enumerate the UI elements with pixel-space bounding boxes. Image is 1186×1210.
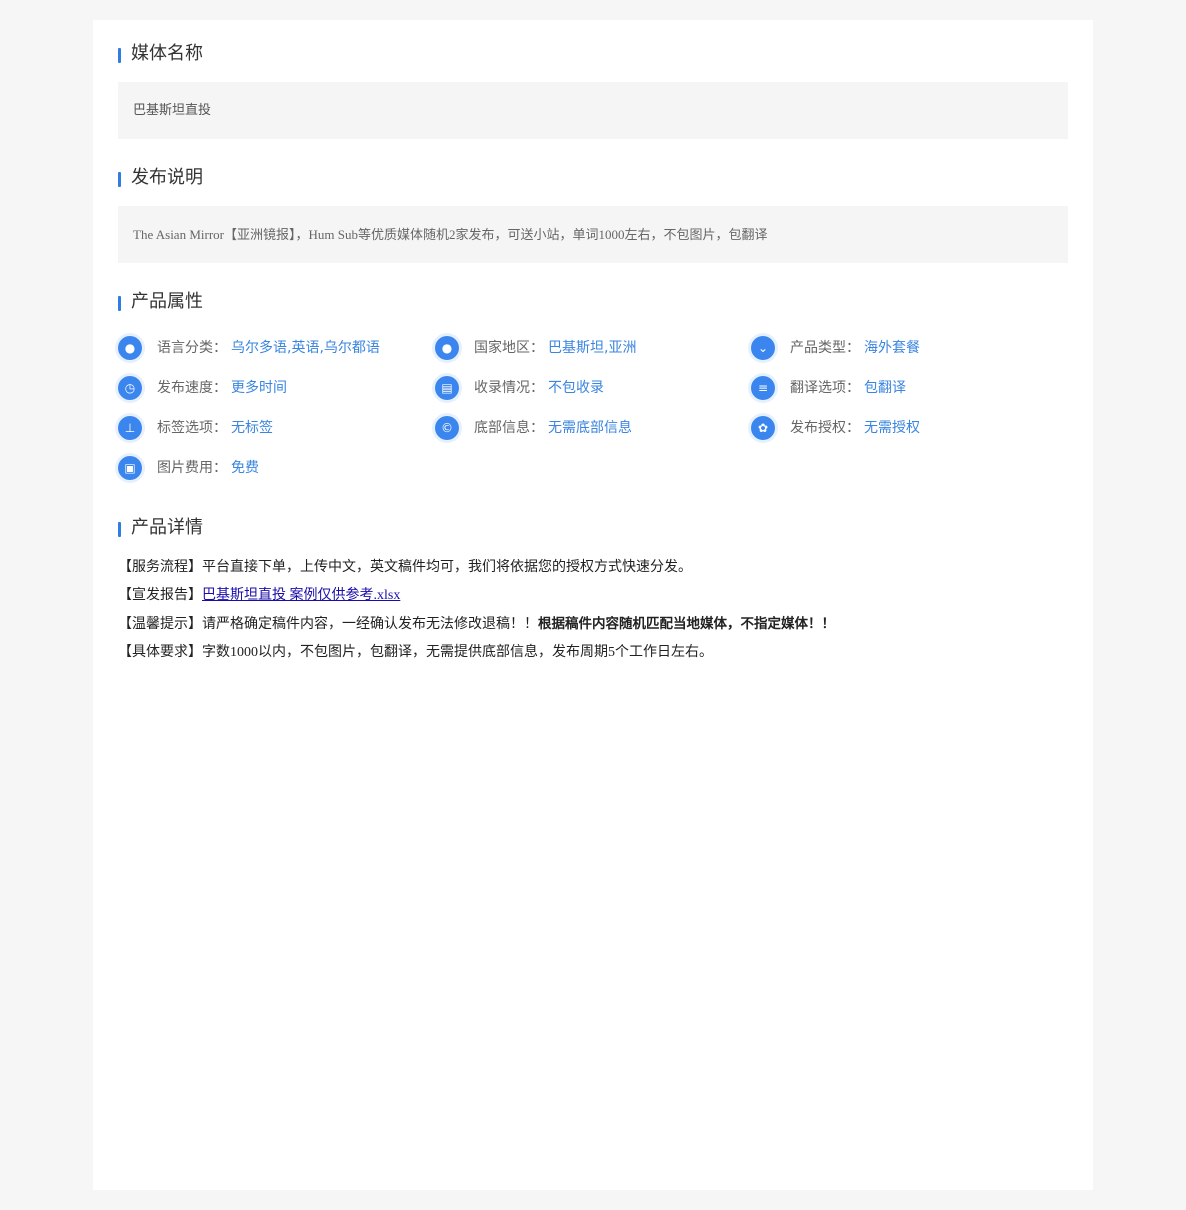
clock-icon: ◷	[118, 376, 142, 400]
attr-label: 发布授权：	[790, 420, 860, 436]
attr-label: 国家地区：	[474, 340, 544, 356]
detail-bold-warning: 根据稿件内容随机匹配当地媒体，不指定媒体！！	[538, 616, 835, 632]
detail-requirements: 【具体要求】字数1000以内，不包图片，包翻译，无需提供底部信息，发布周期5个工…	[118, 643, 1068, 663]
attributes-heading: 产品属性	[118, 290, 203, 314]
publish-notes-value: The Asian Mirror【亚洲镜报】，Hum Sub等优质媒体随机2家发…	[118, 206, 1068, 263]
attr-label: 收录情况：	[474, 380, 544, 396]
detail-prefix: 【服务流程】	[118, 560, 202, 575]
detail-report: 【宣发报告】巴基斯坦直投 案例仅供参考.xlsx	[118, 586, 1068, 606]
media-name-heading: 媒体名称	[118, 42, 203, 66]
copyright-icon: ©	[435, 416, 459, 440]
media-name-value: 巴基斯坦直投	[118, 82, 1068, 139]
detail-tip: 【温馨提示】请严格确定稿件内容，一经确认发布无法修改退稿！！根据稿件内容随机匹配…	[118, 614, 1068, 635]
attr-value: 无标签	[231, 420, 273, 436]
report-download-link[interactable]: 巴基斯坦直投 案例仅供参考.xlsx	[202, 588, 400, 603]
paw-icon: ✿	[751, 416, 775, 440]
attr-label: 图片费用：	[157, 460, 227, 476]
attr-label: 标签选项：	[157, 420, 227, 436]
attr-value: 海外套餐	[864, 340, 920, 356]
globe-icon: ●	[435, 336, 459, 360]
attr-value: 乌尔多语,英语,乌尔都语	[231, 340, 380, 356]
attr-label: 发布速度：	[157, 380, 227, 396]
detail-prefix: 【温馨提示】	[118, 617, 202, 632]
attr-value: 无需授权	[864, 420, 920, 436]
attr-value: 包翻译	[864, 380, 906, 396]
publish-notes-heading: 发布说明	[118, 166, 203, 190]
attr-label: 底部信息：	[474, 420, 544, 436]
chevron-down-icon: ⌄	[751, 336, 775, 360]
image-icon: ▣	[118, 456, 142, 480]
attr-value: 不包收录	[548, 380, 604, 396]
detail-prefix: 【宣发报告】	[118, 588, 202, 603]
attr-value: 巴基斯坦,亚洲	[548, 340, 637, 356]
attr-value: 更多时间	[231, 380, 287, 396]
detail-prefix: 【具体要求】	[118, 645, 202, 660]
attr-label: 语言分类：	[157, 340, 227, 356]
document-icon: ▤	[435, 376, 459, 400]
detail-text: 平台直接下单，上传中文，英文稿件均可，我们将依据您的授权方式快速分发。	[202, 560, 692, 575]
content-card: 媒体名称 巴基斯坦直投 发布说明 The Asian Mirror【亚洲镜报】，…	[93, 20, 1093, 1190]
detail-text: 请严格确定稿件内容，一经确认发布无法修改退稿！！	[202, 617, 538, 632]
detail-service-flow: 【服务流程】平台直接下单，上传中文，英文稿件均可，我们将依据您的授权方式快速分发…	[118, 558, 1068, 578]
attr-value: 无需底部信息	[548, 420, 632, 436]
attr-label: 产品类型：	[790, 340, 860, 356]
attr-label: 翻译选项：	[790, 380, 860, 396]
details-heading: 产品详情	[118, 516, 203, 540]
attr-value: 免费	[231, 460, 259, 476]
sliders-icon: ≡	[751, 376, 775, 400]
sitemap-icon: ⊥	[118, 416, 142, 440]
detail-text: 字数1000以内，不包图片，包翻译，无需提供底部信息，发布周期5个工作日左右。	[202, 645, 713, 660]
globe-icon: ●	[118, 336, 142, 360]
